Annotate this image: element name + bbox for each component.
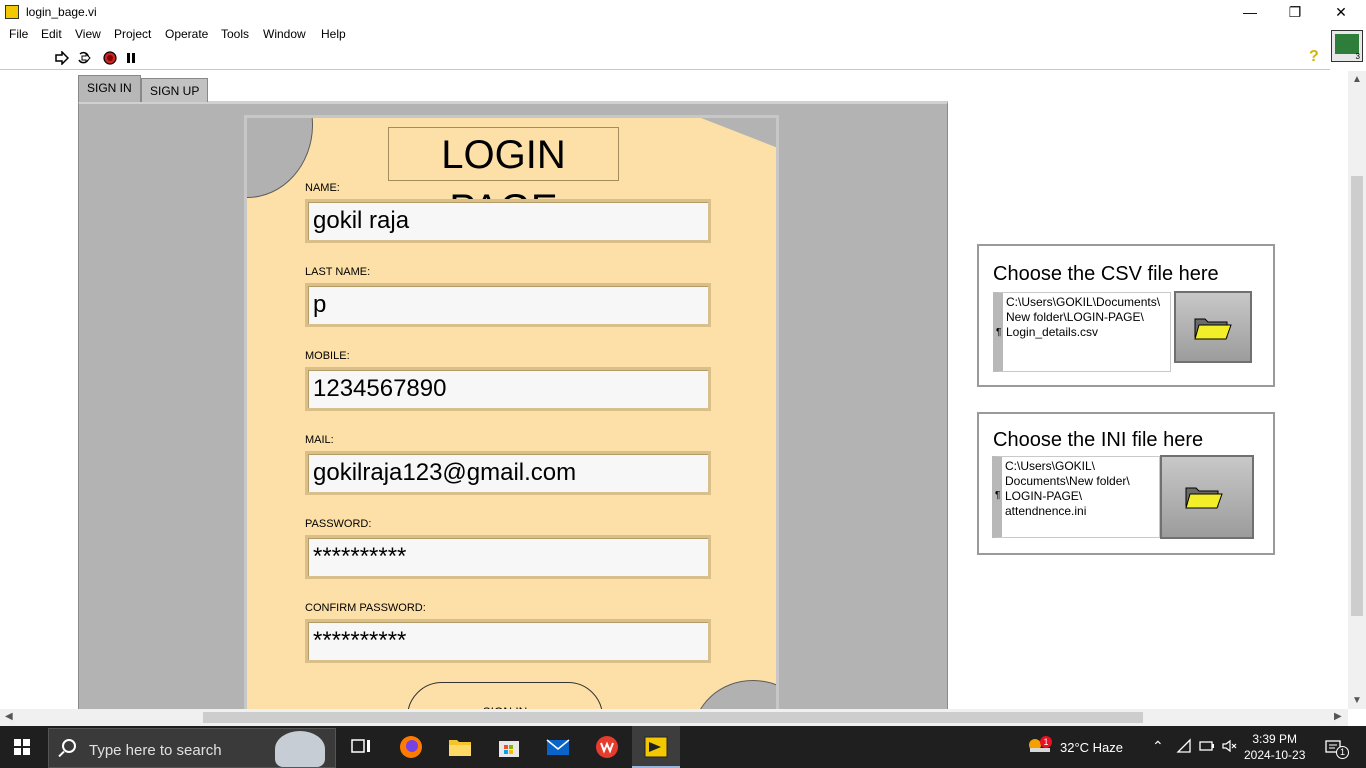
folder-icon: [1185, 487, 1223, 509]
panel-icon-number: 3: [1355, 52, 1360, 61]
menu-tools[interactable]: Tools: [221, 27, 249, 41]
menu-view[interactable]: View: [75, 27, 101, 41]
minimize-button[interactable]: —: [1227, 2, 1273, 22]
run-arrow-icon[interactable]: [55, 51, 69, 65]
scroll-right-icon[interactable]: ▶: [1334, 711, 1342, 722]
mail-field[interactable]: gokilraja123@gmail.com: [305, 451, 711, 495]
mobile-field[interactable]: 1234567890: [305, 367, 711, 411]
title-bar: login_bage.vi — ❐ ✕: [0, 0, 1366, 24]
taskbar: Type here to search 1 32°C Haze ⌃ 3:39 P…: [0, 726, 1366, 768]
ini-path-field[interactable]: C:\Users\GOKIL\ Documents\New folder\ LO…: [992, 456, 1160, 538]
csv-file-chooser: Choose the CSV file here C:\Users\GOKIL\…: [977, 244, 1275, 387]
notification-count: 1: [1336, 746, 1349, 759]
clock-time: 3:39 PM: [1252, 732, 1298, 746]
ini-path-line: LOGIN-PAGE\: [1005, 489, 1083, 503]
ini-file-chooser: Choose the INI file here C:\Users\GOKIL\…: [977, 412, 1275, 555]
run-continuous-icon[interactable]: [77, 51, 91, 65]
last-name-field[interactable]: p: [305, 283, 711, 327]
ini-path-line: attendnence.ini: [1005, 504, 1087, 518]
taskbar-labview-active[interactable]: [632, 726, 680, 768]
ini-path-line: Documents\New folder\: [1005, 474, 1130, 488]
menu-help[interactable]: Help: [321, 27, 346, 41]
menu-edit[interactable]: Edit: [41, 27, 62, 41]
name-field[interactable]: gokil raja: [305, 199, 711, 243]
front-panel: SIGN IN SIGN UP LOGIN PAGE NAME: gokil r…: [0, 71, 1348, 709]
restore-button[interactable]: ❐: [1272, 2, 1318, 22]
menu-project[interactable]: Project: [114, 27, 151, 41]
csv-heading: Choose the CSV file here: [993, 263, 1219, 285]
search-icon: [62, 739, 76, 753]
horizontal-scroll-thumb[interactable]: [203, 712, 1143, 723]
last-name-label: LAST NAME:: [305, 266, 371, 278]
corner-decoration: [693, 680, 776, 709]
confirm-password-label: CONFIRM PASSWORD:: [305, 602, 426, 614]
firefox-icon[interactable]: [398, 734, 424, 760]
wifi-icon[interactable]: [1176, 738, 1192, 754]
microsoft-store-icon[interactable]: [496, 734, 522, 760]
labview-app-icon: [5, 5, 19, 19]
ini-browse-button[interactable]: [1160, 455, 1254, 539]
menu-bar: File Edit View Project Operate Tools Win…: [0, 24, 1366, 44]
mobile-label: MOBILE:: [305, 350, 350, 362]
password-field[interactable]: **********: [305, 535, 711, 579]
name-label: NAME:: [305, 182, 340, 194]
corner-decoration: [247, 118, 313, 198]
tab-sign-up[interactable]: SIGN UP: [141, 78, 209, 102]
window-title: login_bage.vi: [26, 5, 97, 19]
weather-text[interactable]: 32°C Haze: [1060, 740, 1123, 755]
ini-path-line: C:\Users\GOKIL\: [1005, 459, 1096, 473]
abort-icon[interactable]: [103, 51, 117, 65]
menu-file[interactable]: File: [9, 27, 28, 41]
vertical-scroll-thumb[interactable]: [1351, 176, 1363, 616]
battery-icon[interactable]: [1199, 739, 1215, 753]
csv-path-line: Login_details.csv: [1006, 325, 1099, 339]
tab-sign-in[interactable]: SIGN IN: [78, 75, 141, 102]
close-button[interactable]: ✕: [1318, 2, 1364, 22]
labview-icon: [644, 736, 668, 758]
toolbar: ?: [0, 44, 1330, 70]
horizontal-scrollbar[interactable]: ◀ ▶: [0, 709, 1348, 726]
mail-label: MAIL:: [305, 434, 334, 446]
vi-panel-icon: 3: [1331, 30, 1363, 62]
clock[interactable]: 3:39 PM 2024-10-23: [1244, 731, 1305, 763]
folder-icon: [1194, 318, 1232, 340]
speaker-muted-icon[interactable]: [1221, 738, 1237, 754]
search-placeholder: Type here to search: [89, 742, 222, 759]
csv-path-field[interactable]: C:\Users\GOKIL\Documents\ New folder\LOG…: [993, 292, 1171, 372]
search-highlight-image: [275, 731, 325, 767]
scroll-up-icon[interactable]: ▲: [1352, 74, 1362, 85]
scroll-down-icon[interactable]: ▼: [1352, 695, 1362, 706]
csv-path-line: New folder\LOGIN-PAGE\: [1006, 310, 1144, 324]
chevron-up-icon[interactable]: ⌃: [1152, 738, 1164, 755]
mail-icon[interactable]: [545, 734, 571, 760]
clock-date: 2024-10-23: [1244, 748, 1306, 762]
confirm-password-field[interactable]: **********: [305, 619, 711, 663]
windows-start-icon[interactable]: [14, 739, 30, 755]
vertical-scrollbar[interactable]: ▲ ▼: [1348, 71, 1366, 709]
path-indicator-icon: ¶: [996, 327, 1002, 338]
menu-operate[interactable]: Operate: [165, 27, 208, 41]
path-indicator-icon: ¶: [995, 490, 1001, 501]
file-explorer-icon[interactable]: [447, 734, 473, 760]
weather-badge: 1: [1040, 736, 1052, 748]
scroll-left-icon[interactable]: ◀: [5, 711, 13, 722]
help-icon[interactable]: ?: [1309, 48, 1323, 65]
task-view-icon[interactable]: [348, 734, 374, 760]
wps-office-icon[interactable]: [594, 734, 620, 760]
ini-heading: Choose the INI file here: [993, 429, 1204, 451]
login-paper: LOGIN PAGE NAME: gokil raja LAST NAME: p…: [244, 115, 779, 709]
pause-icon[interactable]: [124, 51, 138, 65]
csv-browse-button[interactable]: [1174, 291, 1252, 363]
taskbar-search[interactable]: Type here to search: [48, 728, 336, 768]
menu-window[interactable]: Window: [263, 27, 306, 41]
sign-in-button[interactable]: SIGN IN: [407, 682, 603, 709]
corner-fold: [696, 118, 776, 148]
page-title: LOGIN PAGE: [388, 127, 619, 231]
csv-path-line: C:\Users\GOKIL\Documents\: [1006, 295, 1161, 309]
password-label: PASSWORD:: [305, 518, 372, 530]
